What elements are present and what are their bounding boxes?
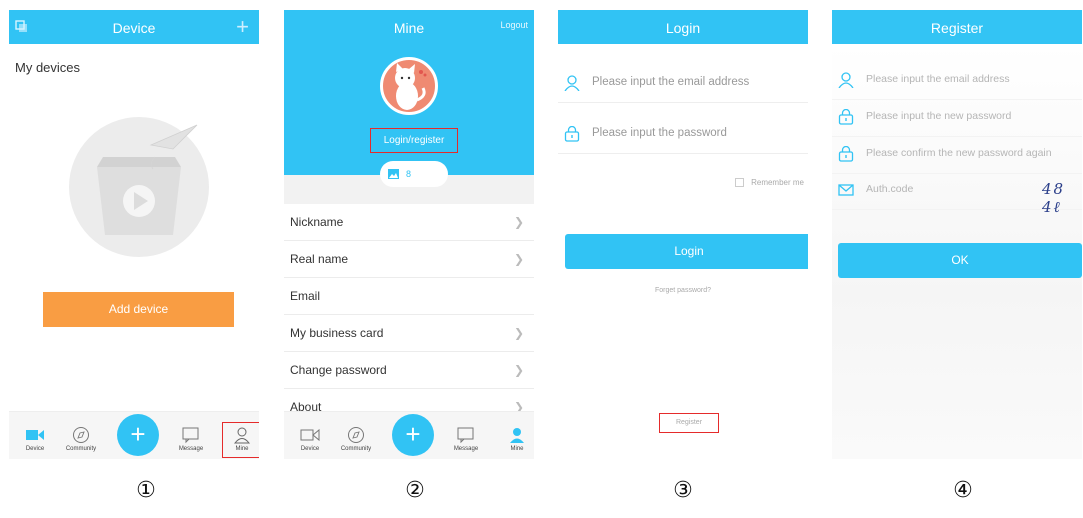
lock-icon <box>838 146 854 162</box>
password-field[interactable]: Please input the password <box>558 114 808 154</box>
ok-button[interactable]: OK <box>838 243 1082 278</box>
compass-icon <box>348 427 364 443</box>
login-screen: Login Please input the email address Ple… <box>558 10 808 459</box>
new-password-placeholder: Please input the new password <box>866 110 1012 122</box>
remember-me-checkbox[interactable]: Remember me <box>735 178 804 188</box>
chevron-right-icon: ❯ <box>513 215 524 229</box>
avatar[interactable] <box>380 57 438 115</box>
caption-1: ① <box>136 478 156 503</box>
page-title: Device <box>112 20 156 36</box>
page-title: Mine <box>393 20 425 36</box>
add-plus-button[interactable]: + <box>236 14 249 40</box>
highlight-box-register <box>659 413 719 433</box>
chevron-right-icon: ❯ <box>513 363 524 377</box>
logout-button[interactable]: Logout <box>500 20 528 30</box>
page-title: Register <box>930 20 984 36</box>
user-icon <box>564 75 580 91</box>
new-password-field[interactable]: Please input the new password <box>832 97 1082 137</box>
register-screen: Register Please input the email address … <box>832 10 1082 459</box>
mine-screen: Mine Logout Login/register 8 Nickname ❯ R… <box>284 10 534 459</box>
my-devices-heading: My devices <box>15 60 81 75</box>
menu-label: Email <box>290 289 321 303</box>
tab-message[interactable]: Message <box>169 426 213 452</box>
tab-label: Message <box>178 446 204 452</box>
menu-item-change-password[interactable]: Change password ❯ <box>284 352 534 389</box>
chevron-right-icon: ❯ <box>513 252 524 266</box>
forget-password-link[interactable]: Forget password? <box>558 287 808 294</box>
login-header: Login <box>558 10 808 44</box>
photo-album-button[interactable]: 8 <box>380 161 448 187</box>
message-icon <box>457 427 474 444</box>
auth-code-placeholder: Auth.code <box>866 183 914 195</box>
login-button[interactable]: Login <box>565 234 808 269</box>
photo-count: 8 <box>406 169 412 179</box>
menu-label: Change password <box>290 363 387 377</box>
tab-device[interactable]: Device <box>13 426 57 452</box>
caption-3: ③ <box>673 478 693 503</box>
tab-label: Device <box>300 446 320 452</box>
camera-icon <box>26 430 44 440</box>
page-title: Login <box>665 20 701 36</box>
tab-label: Community <box>340 446 372 452</box>
menu-item-business-card[interactable]: My business card ❯ <box>284 315 534 352</box>
email-placeholder: Please input the email address <box>592 76 750 88</box>
tab-label: Device <box>25 446 45 452</box>
tab-device[interactable]: Device <box>288 426 332 452</box>
tab-community[interactable]: Community <box>334 426 378 452</box>
mail-icon <box>838 184 854 196</box>
highlight-box-mine-tab <box>222 422 259 458</box>
email-placeholder: Please input the email address <box>866 73 1010 85</box>
compass-icon <box>73 427 89 443</box>
lock-icon <box>564 126 580 142</box>
email-field[interactable]: Please input the email address <box>832 60 1082 100</box>
cat-avatar-icon <box>395 63 427 110</box>
register-header: Register <box>832 10 1082 44</box>
tab-label: Community <box>65 446 97 452</box>
caption-4: ④ <box>953 478 973 503</box>
tab-mine[interactable]: Mine <box>495 426 534 452</box>
message-icon <box>182 427 199 444</box>
tab-message[interactable]: Message <box>444 426 488 452</box>
confirm-password-placeholder: Please confirm the new password again <box>866 147 1052 159</box>
remember-me-label: Remember me <box>751 178 804 187</box>
user-icon <box>510 428 524 443</box>
email-field[interactable]: Please input the email address <box>558 63 808 103</box>
caption-2: ② <box>405 478 425 503</box>
user-icon <box>838 72 854 88</box>
tab-label: Message <box>453 446 479 452</box>
tab-label: Mine <box>510 446 524 452</box>
chevron-right-icon: ❯ <box>513 326 524 340</box>
menu-item-email[interactable]: Email <box>284 278 534 315</box>
tab-community[interactable]: Community <box>59 426 103 452</box>
add-fab-button[interactable]: + <box>392 414 434 456</box>
add-device-button[interactable]: Add device <box>43 292 234 327</box>
captcha-image[interactable]: 48 4ℓ <box>1042 180 1082 217</box>
device-header: Device + <box>9 10 259 44</box>
highlight-box-login-register <box>370 128 458 153</box>
checkbox-square[interactable] <box>735 178 745 188</box>
password-placeholder: Please input the password <box>592 127 727 139</box>
menu-label: Nickname <box>290 215 344 229</box>
image-icon <box>388 169 399 179</box>
menu-label: My business card <box>290 326 384 340</box>
menu-item-real-name[interactable]: Real name ❯ <box>284 241 534 278</box>
menu-label: Real name <box>290 252 349 266</box>
device-screen: Device + My devices Add device Device Co… <box>9 10 259 459</box>
lock-icon <box>838 109 854 125</box>
menu-item-nickname[interactable]: Nickname ❯ <box>284 204 534 241</box>
empty-box-illustration <box>69 117 209 257</box>
add-fab-button[interactable]: + <box>117 414 159 456</box>
camera-icon <box>300 428 320 442</box>
confirm-password-field[interactable]: Please confirm the new password again <box>832 134 1082 174</box>
